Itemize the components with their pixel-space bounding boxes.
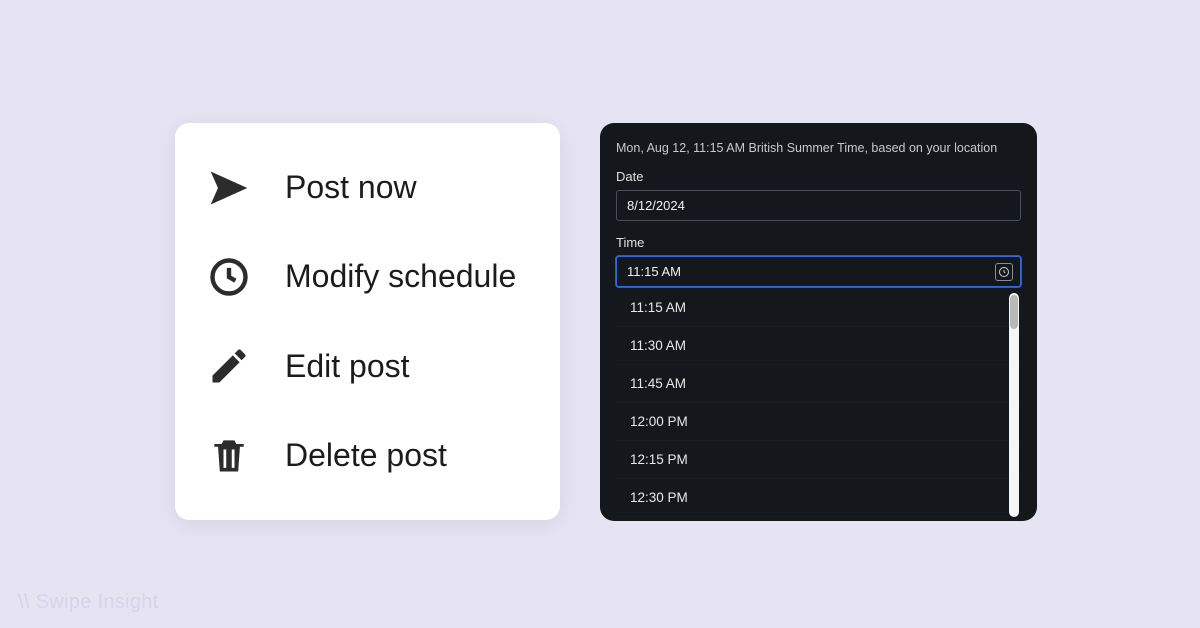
watermark: \\ Swipe Insight <box>18 591 159 614</box>
timezone-note: Mon, Aug 12, 11:15 AM British Summer Tim… <box>616 141 1021 155</box>
trash-icon <box>205 431 253 479</box>
menu-item-label: Post now <box>285 169 417 206</box>
post-now-item[interactable]: Post now <box>205 158 550 218</box>
time-option[interactable]: 12:15 PM <box>616 441 1021 479</box>
date-input[interactable] <box>616 190 1021 221</box>
clock-icon <box>205 253 253 301</box>
watermark-text: Swipe Insight <box>36 591 159 613</box>
delete-post-item[interactable]: Delete post <box>205 425 550 485</box>
send-icon <box>205 164 253 212</box>
scrollbar-thumb[interactable] <box>1010 295 1018 329</box>
menu-item-label: Modify schedule <box>285 258 516 295</box>
scrollbar-track[interactable] <box>1009 293 1019 517</box>
time-option[interactable]: 11:15 AM <box>616 289 1021 327</box>
edit-post-item[interactable]: Edit post <box>205 336 550 396</box>
menu-item-label: Edit post <box>285 348 410 385</box>
pencil-icon <box>205 342 253 390</box>
time-option[interactable]: 11:30 AM <box>616 327 1021 365</box>
schedule-datetime-panel: Mon, Aug 12, 11:15 AM British Summer Tim… <box>600 123 1037 521</box>
time-input[interactable] <box>616 256 1021 287</box>
time-options-dropdown: 11:15 AM 11:30 AM 11:45 AM 12:00 PM 12:1… <box>616 289 1021 521</box>
date-field-group: Date <box>616 169 1021 221</box>
time-options-list: 11:15 AM 11:30 AM 11:45 AM 12:00 PM 12:1… <box>616 289 1021 521</box>
date-label: Date <box>616 169 1021 184</box>
time-option[interactable]: 12:00 PM <box>616 403 1021 441</box>
time-label: Time <box>616 235 1021 250</box>
post-actions-menu: Post now Modify schedule Edit post Delet… <box>175 123 560 520</box>
watermark-slash-icon: \\ <box>18 591 30 613</box>
time-field-group: Time 11:15 AM 11:30 AM 11:45 AM 12:00 PM… <box>616 235 1021 521</box>
modify-schedule-item[interactable]: Modify schedule <box>205 247 550 307</box>
menu-item-label: Delete post <box>285 437 447 474</box>
time-option[interactable]: 11:45 AM <box>616 365 1021 403</box>
time-option[interactable]: 12:30 PM <box>616 479 1021 517</box>
clock-icon[interactable] <box>995 263 1013 281</box>
time-input-wrap <box>616 256 1021 287</box>
